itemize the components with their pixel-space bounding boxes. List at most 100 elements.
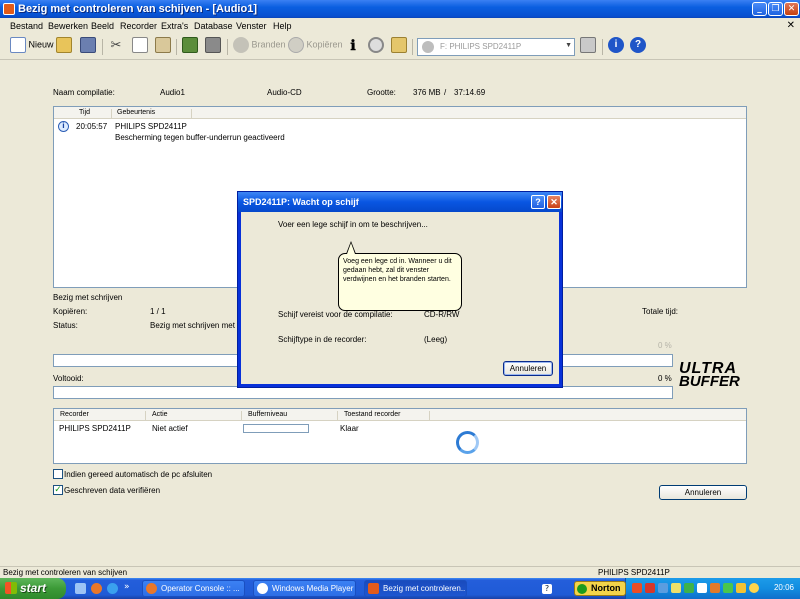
start-label: start xyxy=(20,581,47,595)
tray-app-icon[interactable] xyxy=(658,583,668,593)
tools-button[interactable] xyxy=(205,37,221,57)
recorder-table-header: Recorder Actie Bufferniveau Toestand rec… xyxy=(54,409,746,421)
toolbar-separator xyxy=(602,39,603,55)
copy-disc-icon xyxy=(288,37,304,53)
info-icon: i xyxy=(58,121,69,132)
track-percent: 0 % xyxy=(658,341,672,350)
system-tray: Norton 20:06 xyxy=(574,578,800,599)
toolbar: Nieuw ✂ Branden Kopiëren ℹ F: PHILIPS SP… xyxy=(0,34,800,60)
new-button[interactable]: Nieuw xyxy=(10,37,54,57)
total-progress-bar xyxy=(53,386,673,399)
tray-app-icon[interactable] xyxy=(697,583,707,593)
restore-button[interactable]: ❐ xyxy=(768,2,783,16)
tools-icon xyxy=(205,37,221,53)
help-button[interactable]: ? xyxy=(630,37,646,57)
info-icon: ℹ xyxy=(350,37,356,53)
event-log-header: Tijd Gebeurtenis xyxy=(54,107,746,119)
tray-app-icon[interactable] xyxy=(671,583,681,593)
verify-checkbox[interactable]: ✓ xyxy=(53,485,63,495)
column-time[interactable]: Tijd xyxy=(54,109,112,119)
tray-app-icon[interactable] xyxy=(684,583,694,593)
norton-button[interactable]: Norton xyxy=(574,581,626,596)
copy-button[interactable] xyxy=(132,37,148,57)
task-operator-console[interactable]: Operator Console :: ... xyxy=(142,580,245,597)
cut-button[interactable]: ✂ xyxy=(108,37,124,57)
disc-type-label: Schijftype in de recorder: xyxy=(278,335,367,344)
about-icon: i xyxy=(608,37,624,53)
save-button[interactable] xyxy=(80,37,96,57)
paste-icon xyxy=(155,37,171,53)
column-state[interactable]: Toestand recorder xyxy=(338,411,430,421)
copies-label: Kopiëren: xyxy=(53,307,88,316)
cancel-button[interactable]: Annuleren xyxy=(659,485,747,500)
quicklaunch-expand-icon[interactable]: » xyxy=(124,582,130,592)
column-recorder[interactable]: Recorder xyxy=(54,411,146,421)
about-button[interactable]: i xyxy=(608,37,624,57)
dialog-cancel-button[interactable]: Annuleren xyxy=(503,361,553,376)
open-button[interactable] xyxy=(56,37,72,57)
quicklaunch-firefox-icon[interactable] xyxy=(91,583,102,594)
menu-bestand[interactable]: Bestand xyxy=(10,21,43,31)
tray-app-icon[interactable] xyxy=(632,583,642,593)
shutdown-label: Indien gereed automatisch de pc afsluite… xyxy=(64,470,213,479)
menu-recorder[interactable]: Recorder xyxy=(120,21,157,31)
drive-icon xyxy=(422,41,434,53)
mdi-close-icon[interactable]: ✕ xyxy=(787,20,795,31)
paste-button[interactable] xyxy=(155,37,171,57)
burn-icon xyxy=(233,37,249,53)
close-button[interactable]: ✕ xyxy=(784,2,799,16)
burn-button[interactable]: Branden xyxy=(233,37,286,57)
compilation-size-label: Grootte: xyxy=(367,88,396,97)
shutdown-checkbox[interactable] xyxy=(53,469,63,479)
drive-select[interactable]: F: PHILIPS SPD2411P ▼ xyxy=(417,38,575,56)
menu-bewerken[interactable]: Bewerken xyxy=(48,21,88,31)
log-detail: Bescherming tegen buffer-underrun geacti… xyxy=(115,133,285,142)
start-button[interactable]: start xyxy=(0,578,66,599)
app-icon xyxy=(3,3,15,15)
menu-bar: Bestand Bewerken Beeld Recorder Extra's … xyxy=(0,18,800,34)
burn-label: Branden xyxy=(251,39,286,50)
toolbar-separator xyxy=(227,39,228,55)
disc-button[interactable] xyxy=(368,37,384,57)
buffer-level-bar xyxy=(243,424,309,433)
title-bar: Bezig met controleren van schijven - [Au… xyxy=(0,0,800,18)
new-icon xyxy=(10,37,26,53)
menu-extras[interactable]: Extra's xyxy=(161,21,188,31)
menu-beeld[interactable]: Beeld xyxy=(91,21,114,31)
folder-icon xyxy=(391,37,407,53)
eject-button[interactable] xyxy=(580,37,596,57)
tray-app-icon[interactable] xyxy=(736,583,746,593)
minimize-button[interactable]: _ xyxy=(752,2,767,16)
folder-button[interactable] xyxy=(391,37,407,57)
quicklaunch-desktop-icon[interactable] xyxy=(75,583,86,594)
dialog-help-button[interactable]: ? xyxy=(531,195,545,209)
compilation-name-label: Naam compilatie: xyxy=(53,88,115,97)
help-tray-icon[interactable]: ? xyxy=(542,584,552,594)
copy-disc-button[interactable]: Kopiëren xyxy=(288,37,343,57)
dialog-close-button[interactable]: ✕ xyxy=(547,195,561,209)
menu-venster[interactable]: Venster xyxy=(236,21,267,31)
quicklaunch-ie-icon[interactable] xyxy=(107,583,118,594)
info-button[interactable]: ℹ xyxy=(345,37,361,57)
balloon-tooltip: Voeg een lege cd in. Wanneer u dit gedaa… xyxy=(338,253,462,311)
tray-app-icon[interactable] xyxy=(723,583,733,593)
windows-logo-icon xyxy=(5,582,17,594)
task-nero[interactable]: Bezig met controleren... xyxy=(364,580,467,597)
tray-app-icon[interactable] xyxy=(710,583,720,593)
column-buffer[interactable]: Bufferniveau xyxy=(242,411,338,421)
wizard-button[interactable] xyxy=(182,37,198,57)
recorder-state: Klaar xyxy=(340,424,359,433)
tray-app-icon[interactable] xyxy=(645,583,655,593)
tray-app-icon[interactable] xyxy=(749,583,759,593)
norton-icon xyxy=(577,584,587,594)
recorder-table[interactable]: Recorder Actie Bufferniveau Toestand rec… xyxy=(53,408,747,464)
menu-help[interactable]: Help xyxy=(273,21,292,31)
new-label: Nieuw xyxy=(28,39,54,50)
menu-database[interactable]: Database xyxy=(194,21,233,31)
toolbar-separator xyxy=(176,39,177,55)
task-media-player[interactable]: Windows Media Player xyxy=(253,580,356,597)
task-label-operator-console: Operator Console :: ... xyxy=(161,584,240,593)
status-label: Status: xyxy=(53,321,78,330)
column-action[interactable]: Actie xyxy=(146,411,242,421)
column-event[interactable]: Gebeurtenis xyxy=(112,109,192,119)
